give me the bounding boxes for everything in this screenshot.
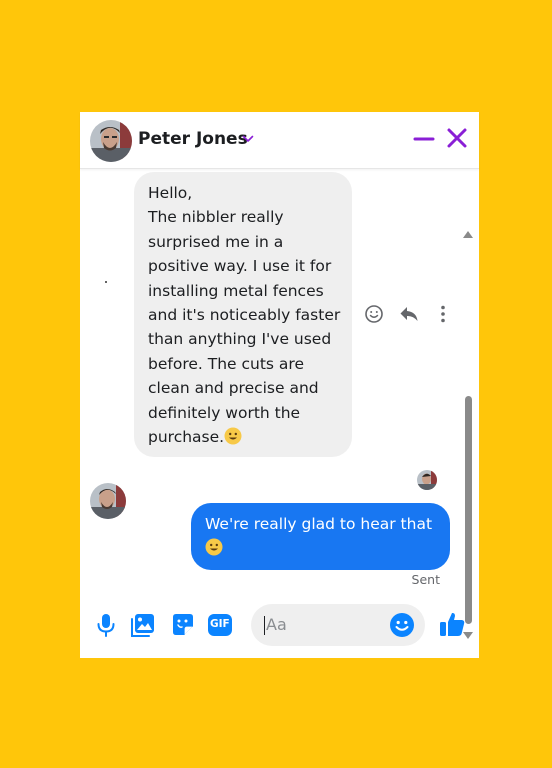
gif-icon[interactable]: GIF	[208, 614, 232, 636]
message-list[interactable]: Hello, The nibbler really surprised me i…	[80, 169, 479, 639]
outgoing-message-text: We're really glad to hear that	[205, 515, 433, 533]
outgoing-message: We're really glad to hear that	[205, 512, 440, 561]
minimize-icon[interactable]	[413, 128, 435, 150]
avatar[interactable]	[90, 483, 126, 519]
chat-header: Peter Jones	[80, 112, 479, 169]
smiling-face-emoji	[205, 538, 223, 556]
scroll-up-arrow-icon[interactable]	[463, 230, 473, 238]
text-cursor	[264, 616, 265, 635]
seen-avatar	[417, 470, 437, 490]
reply-icon[interactable]	[399, 304, 419, 324]
microphone-icon[interactable]	[93, 612, 119, 638]
chat-window: Peter Jones Hello, The nibbler really su…	[80, 112, 479, 658]
incoming-message-bubble[interactable]: Hello, The nibbler really surprised me i…	[134, 172, 352, 457]
smiling-face-emoji	[224, 427, 242, 445]
message-input-placeholder: Aa	[266, 615, 287, 634]
outgoing-message-bubble[interactable]: We're really glad to hear that	[191, 503, 450, 570]
message-status: Sent	[411, 572, 440, 587]
sticker-icon[interactable]	[170, 612, 196, 638]
thumbs-up-icon[interactable]	[438, 610, 466, 638]
decorative-dot	[105, 281, 107, 283]
message-input[interactable]: Aa	[251, 604, 425, 646]
incoming-message-text: Hello, The nibbler really surprised me i…	[148, 184, 341, 447]
avatar[interactable]	[90, 120, 132, 162]
chevron-down-icon[interactable]	[242, 134, 254, 144]
emoji-icon[interactable]	[389, 612, 415, 638]
message-composer: GIF Aa	[80, 590, 479, 658]
incoming-message: Hello, The nibbler really surprised me i…	[148, 181, 348, 449]
photo-icon[interactable]	[130, 612, 156, 638]
react-icon[interactable]	[364, 304, 384, 324]
contact-name[interactable]: Peter Jones	[138, 129, 248, 149]
gif-label: GIF	[210, 618, 230, 630]
close-icon[interactable]	[445, 126, 469, 150]
more-options-icon[interactable]	[433, 304, 453, 324]
